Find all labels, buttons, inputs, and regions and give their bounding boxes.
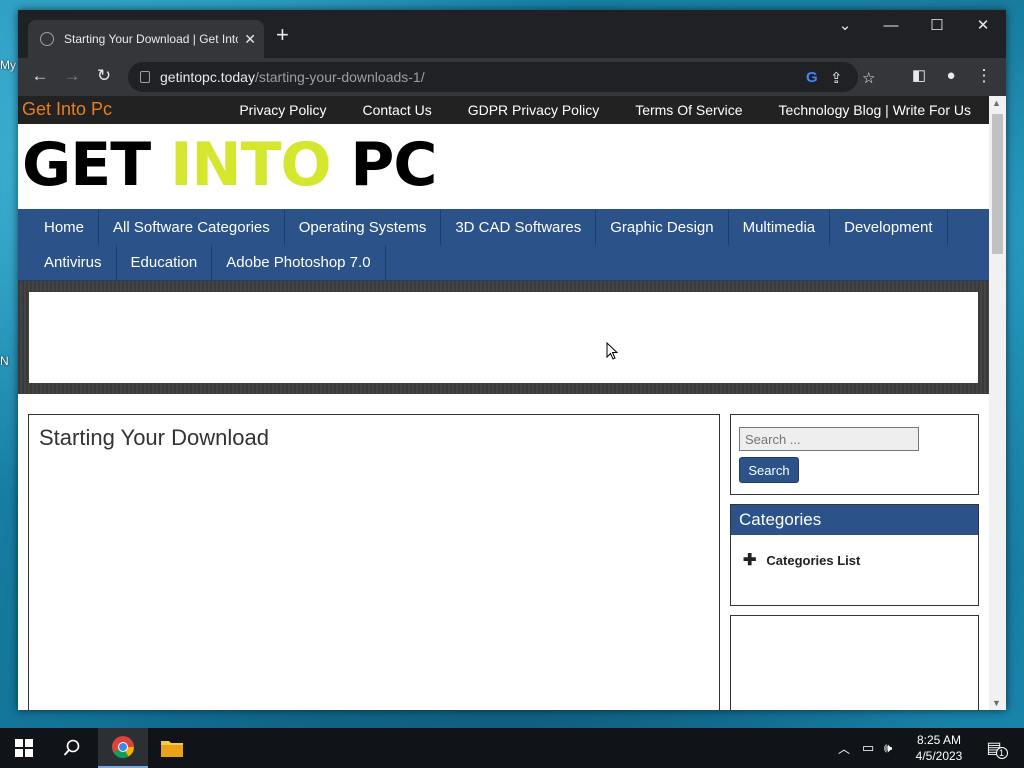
file-explorer-taskbar-button[interactable]	[148, 728, 196, 768]
scroll-up-icon[interactable]: ▲	[992, 98, 1001, 108]
search-widget: Search	[730, 414, 979, 495]
forward-button[interactable]: →	[61, 66, 83, 86]
nav-multimedia[interactable]: Multimedia	[729, 210, 831, 245]
volume-icon[interactable]: 🕪	[884, 728, 892, 768]
minimize-button[interactable]: —	[868, 10, 914, 40]
top-navbar: Get Into Pc Privacy Policy Contact Us GD…	[18, 96, 989, 124]
google-lens-icon[interactable]: G	[806, 69, 818, 86]
search-taskbar-button[interactable]	[48, 728, 96, 768]
folder-icon	[161, 741, 183, 757]
address-bar[interactable]: getintopc.today/starting-your-downloads-…	[128, 62, 875, 92]
ad-banner	[18, 281, 989, 394]
chrome-icon	[112, 736, 134, 758]
reload-button[interactable]: ↻	[93, 66, 115, 86]
search-button[interactable]: Search	[739, 457, 799, 483]
maximize-button[interactable]: ☐	[914, 10, 960, 40]
nav-all-software[interactable]: All Software Categories	[99, 210, 285, 245]
header: GET INTO PC	[18, 124, 989, 210]
taskbar-clock[interactable]: 8:25 AM 4/5/2023	[906, 732, 972, 764]
nav-antivirus[interactable]: Antivirus	[30, 245, 117, 280]
terms-link[interactable]: Terms Of Service	[617, 96, 760, 124]
notification-button[interactable]: ▤ 1	[984, 728, 1010, 768]
search-input[interactable]	[739, 427, 919, 451]
url-path: /starting-your-downloads-1/	[254, 69, 425, 85]
main-navigation: Home All Software Categories Operating S…	[18, 210, 989, 281]
browser-toolbar: ← → ↻ getintopc.today/starting-your-down…	[18, 58, 1006, 96]
nav-operating-systems[interactable]: Operating Systems	[285, 210, 442, 245]
chrome-taskbar-button[interactable]	[98, 728, 148, 768]
search-icon	[63, 739, 80, 756]
top-links: Privacy Policy Contact Us GDPR Privacy P…	[221, 96, 989, 124]
scroll-down-icon[interactable]: ▼	[992, 698, 1001, 708]
ad-slot[interactable]	[29, 292, 978, 383]
nav-home[interactable]: Home	[30, 210, 100, 245]
tab-search-icon[interactable]: ⌄	[822, 10, 868, 40]
start-button[interactable]	[0, 728, 48, 768]
side-panel-icon[interactable]: ◧	[908, 66, 930, 86]
browser-titlebar: Starting Your Download | Get Into Pc ✕ +…	[18, 10, 1006, 58]
taskbar: ︿ ▭ 🕪 8:25 AM 4/5/2023 ▤ 1	[0, 728, 1024, 768]
nav-education[interactable]: Education	[117, 245, 213, 280]
page-scrollbar[interactable]: ▲ ▼	[989, 96, 1006, 710]
url-host: getintopc.today	[160, 69, 255, 85]
scroll-thumb[interactable]	[992, 114, 1003, 254]
network-icon[interactable]: ▭	[862, 728, 874, 768]
browser-tab[interactable]: Starting Your Download | Get Into Pc ✕	[28, 20, 264, 58]
web-page: Get Into Pc Privacy Policy Contact Us GD…	[18, 96, 989, 710]
contact-us-link[interactable]: Contact Us	[344, 96, 449, 124]
profile-icon[interactable]: ●	[940, 66, 962, 86]
close-window-button[interactable]: ✕	[960, 10, 1006, 40]
page-title: Starting Your Download	[39, 425, 269, 450]
nav-photoshop[interactable]: Adobe Photoshop 7.0	[212, 245, 386, 280]
back-button[interactable]: ←	[29, 66, 51, 86]
categories-widget: Categories ✚ Categories List	[730, 504, 979, 606]
lock-icon[interactable]	[140, 71, 150, 83]
desktop-icon-label[interactable]: N	[0, 354, 9, 368]
empty-widget	[730, 615, 979, 710]
categories-list-item[interactable]: ✚ Categories List	[731, 535, 978, 585]
categories-title: Categories	[731, 505, 978, 535]
show-hidden-icons[interactable]: ︿	[838, 728, 850, 768]
nav-development[interactable]: Development	[830, 210, 948, 245]
globe-icon	[40, 32, 54, 46]
gdpr-policy-link[interactable]: GDPR Privacy Policy	[450, 96, 617, 124]
notification-count: 1	[995, 747, 1008, 759]
mouse-cursor-icon	[606, 342, 618, 360]
bookmark-star-icon[interactable]: ☆	[862, 69, 875, 87]
tab-title: Starting Your Download | Get Into Pc	[64, 32, 238, 46]
site-logo[interactable]: GET INTO PC	[22, 132, 437, 198]
site-brand[interactable]: Get Into Pc	[18, 99, 112, 120]
browser-window: Starting Your Download | Get Into Pc ✕ +…	[18, 10, 1006, 710]
nav-3d-cad[interactable]: 3D CAD Softwares	[441, 210, 597, 245]
categories-list-label: Categories List	[766, 552, 861, 568]
desktop-icon-label[interactable]: My	[0, 58, 16, 72]
tab-close-icon[interactable]: ✕	[244, 31, 256, 48]
clock-date: 4/5/2023	[915, 749, 963, 763]
windows-icon	[15, 739, 33, 757]
main-content: Starting Your Download	[28, 414, 720, 710]
plus-icon: ✚	[743, 552, 757, 569]
nav-graphic-design[interactable]: Graphic Design	[596, 210, 729, 245]
new-tab-button[interactable]: +	[276, 24, 289, 46]
menu-icon[interactable]: ⋮	[973, 66, 995, 86]
clock-time: 8:25 AM	[916, 733, 962, 747]
privacy-policy-link[interactable]: Privacy Policy	[221, 96, 344, 124]
tech-blog-link[interactable]: Technology Blog | Write For Us	[761, 96, 989, 124]
share-icon[interactable]: ⇪	[830, 69, 843, 87]
